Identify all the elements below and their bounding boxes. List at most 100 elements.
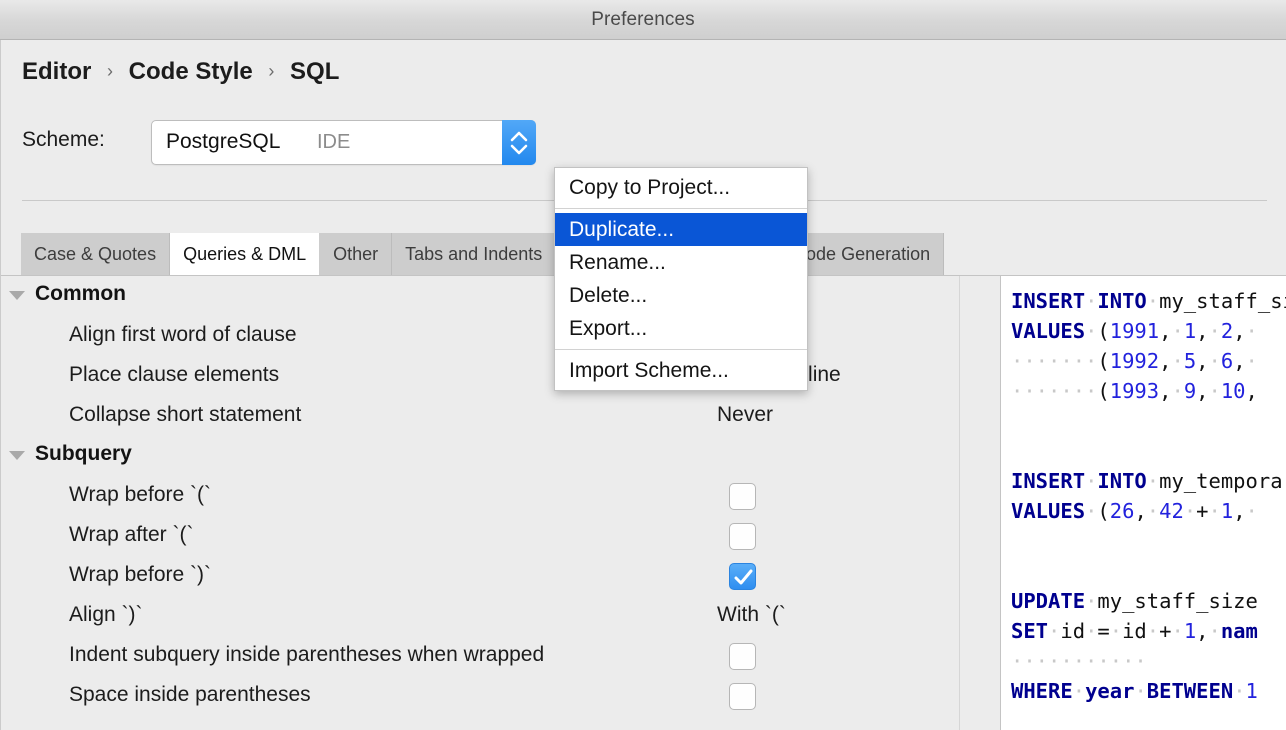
code-token: · xyxy=(1146,499,1160,523)
code-token: · xyxy=(1208,349,1221,373)
tree-item-collapse-short-statement[interactable]: Collapse short statement Never xyxy=(1,396,961,436)
menu-separator xyxy=(555,349,807,350)
code-token: 1 xyxy=(1220,499,1234,523)
breadcrumb-separator-icon: › xyxy=(107,61,113,81)
tab-tabs-and-indents[interactable]: Tabs and Indents xyxy=(392,233,557,275)
tree-item-space-inside-parentheses[interactable]: Space inside parentheses xyxy=(1,676,961,716)
tree-item-value[interactable]: Never xyxy=(717,403,773,427)
code-token: 2 xyxy=(1220,319,1234,343)
disclosure-triangle-icon[interactable] xyxy=(9,291,25,300)
code-line: VALUES·(26,·42·+·1,· xyxy=(1011,496,1286,526)
code-token: INSERT xyxy=(1011,469,1086,493)
tree-item-label: Wrap before `(` xyxy=(69,483,211,506)
window-title: Preferences xyxy=(591,9,695,30)
code-token: , xyxy=(1159,349,1172,373)
menu-item-delete[interactable]: Delete... xyxy=(555,279,807,312)
code-line: WHERE·year·BETWEEN·1 xyxy=(1011,676,1286,706)
menu-item-rename[interactable]: Rename... xyxy=(555,246,807,279)
code-token: ( xyxy=(1097,319,1110,343)
code-token: , xyxy=(1233,499,1246,523)
code-token: · xyxy=(1085,469,1098,493)
code-token: · xyxy=(1085,499,1098,523)
code-line: SET·id·=·id·+·1,·nam xyxy=(1011,616,1286,646)
tree-item-checkbox[interactable] xyxy=(729,563,756,590)
code-token: , xyxy=(1196,319,1209,343)
code-token: + xyxy=(1159,619,1172,643)
code-token: , xyxy=(1196,619,1209,643)
tree-item-align-first-word-of-clause[interactable]: Align first word of clause xyxy=(1,316,961,356)
tree-item-align-close-paren[interactable]: Align `)` With `(` xyxy=(1,596,961,636)
tree-item-place-clause-elements[interactable]: Place clause elements On same line xyxy=(1,356,961,396)
code-token: 5 xyxy=(1183,349,1197,373)
code-token: · xyxy=(1072,679,1086,703)
code-token: · xyxy=(1171,379,1184,403)
code-preview-panel: INSERT·INTO·my_staff_sizeVALUES·(1991,·1… xyxy=(1001,276,1286,730)
code-token: 9 xyxy=(1183,379,1197,403)
settings-scroll-gutter[interactable] xyxy=(959,276,960,730)
code-token: INTO xyxy=(1097,469,1147,493)
code-token: my_staff_size xyxy=(1159,289,1286,313)
breadcrumb-item-code-style[interactable]: Code Style xyxy=(129,58,253,86)
breadcrumb: Editor › Code Style › SQL xyxy=(22,58,339,86)
code-line: ·······(1992,·5,·6,· xyxy=(1011,346,1286,376)
breadcrumb-separator-icon: › xyxy=(268,61,275,81)
code-line: INSERT·INTO·my_temporary xyxy=(1011,466,1286,496)
tree-group-common[interactable]: Common xyxy=(1,276,961,316)
code-token: 1992 xyxy=(1109,349,1160,373)
code-token: 10 xyxy=(1220,379,1246,403)
tree-item-checkbox[interactable] xyxy=(729,643,756,670)
code-token: , xyxy=(1233,349,1246,373)
tab-other[interactable]: Other xyxy=(320,233,393,275)
tree-item-checkbox[interactable] xyxy=(729,523,756,550)
code-token: · xyxy=(1146,469,1160,493)
code-token: 1993 xyxy=(1109,379,1160,403)
code-token: , xyxy=(1245,379,1258,403)
disclosure-triangle-icon[interactable] xyxy=(9,451,25,460)
menu-item-import-scheme[interactable]: Import Scheme... xyxy=(555,354,807,387)
tree-item-wrap-before-close-paren[interactable]: Wrap before `)` xyxy=(1,556,961,596)
tree-item-indent-subquery-inside-parentheses[interactable]: Indent subquery inside parentheses when … xyxy=(1,636,961,676)
code-token: 1991 xyxy=(1109,319,1160,343)
code-token: ······· xyxy=(1011,379,1098,403)
tab-case-and-quotes[interactable]: Case & Quotes xyxy=(21,233,171,275)
menu-item-duplicate[interactable]: Duplicate... xyxy=(555,213,807,246)
code-token: , xyxy=(1159,379,1172,403)
scheme-label: Scheme: xyxy=(22,128,105,151)
code-token: BETWEEN xyxy=(1146,679,1234,703)
code-token: VALUES xyxy=(1011,499,1086,523)
tree-item-checkbox[interactable] xyxy=(729,683,756,710)
tree-item-label: Space inside parentheses xyxy=(69,683,311,706)
code-token: · xyxy=(1171,319,1184,343)
menu-item-export[interactable]: Export... xyxy=(555,312,807,345)
scheme-context-menu: Copy to Project... Duplicate... Rename..… xyxy=(554,167,808,391)
code-token: · xyxy=(1208,379,1221,403)
scheme-stepper-button[interactable] xyxy=(502,120,536,165)
code-token: nam xyxy=(1220,619,1258,643)
preferences-window: Preferences Editor › Code Style › SQL Sc… xyxy=(0,0,1286,730)
tree-item-wrap-before-open-paren[interactable]: Wrap before `(` xyxy=(1,476,961,516)
code-token: id xyxy=(1060,619,1086,643)
settings-tree: Common Align first word of clause Place … xyxy=(1,276,961,730)
tree-group-subquery[interactable]: Subquery xyxy=(1,436,961,476)
scheme-combobox[interactable]: PostgreSQL IDE xyxy=(151,120,536,165)
scheme-value: PostgreSQL xyxy=(166,130,281,153)
tab-queries-and-dml[interactable]: Queries & DML xyxy=(170,233,321,275)
menu-item-copy-to-project[interactable]: Copy to Project... xyxy=(555,171,807,204)
code-token: · xyxy=(1245,319,1258,343)
breadcrumb-item-editor[interactable]: Editor xyxy=(22,58,91,86)
code-preview-text[interactable]: INSERT·INTO·my_staff_sizeVALUES·(1991,·1… xyxy=(1011,286,1286,706)
code-token: = xyxy=(1097,619,1110,643)
breadcrumb-item-sql[interactable]: SQL xyxy=(290,58,339,86)
code-token: · xyxy=(1085,619,1098,643)
scheme-suffix: IDE xyxy=(317,131,351,153)
code-token: · xyxy=(1085,319,1098,343)
code-token: , xyxy=(1159,319,1172,343)
tree-item-wrap-after-open-paren[interactable]: Wrap after `(` xyxy=(1,516,961,556)
tree-item-value[interactable]: With `(` xyxy=(717,603,786,627)
code-token: · xyxy=(1208,319,1221,343)
tree-item-checkbox[interactable] xyxy=(729,483,756,510)
stepper-updown-icon xyxy=(510,131,528,155)
